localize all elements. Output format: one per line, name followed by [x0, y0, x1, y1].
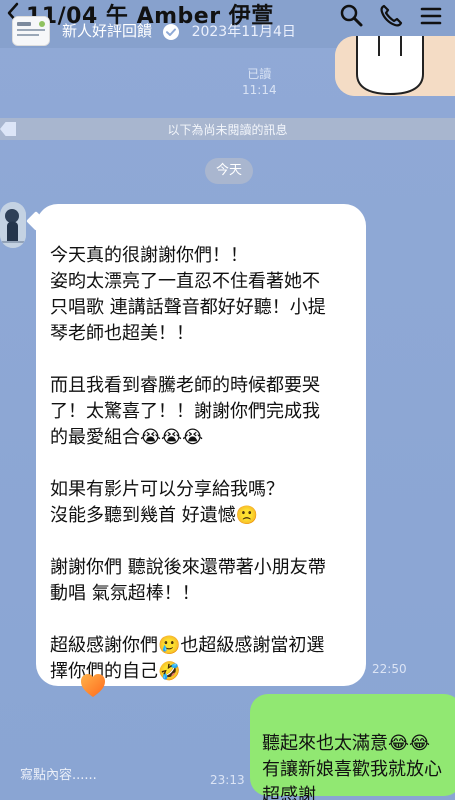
incoming-message-text: 今天真的很謝謝你們！！ 姿昀太漂亮了一直忍不住看著她不 只唱歌 連講話聲音都好好… [50, 245, 326, 682]
group-avatar[interactable] [12, 16, 50, 46]
read-time: 11:14 [242, 83, 277, 97]
chat-screen: 11/04 午 Amber 伊萱 新人好評回饋 2023年11月4日 已讀 11… [0, 0, 455, 800]
menu-icon[interactable] [417, 2, 445, 30]
chat-subtitle: 新人好評回饋 [62, 22, 153, 40]
chat-date: 2023年11月4日 [191, 24, 296, 40]
sender-avatar-image [0, 202, 26, 248]
unread-notice: 以下為尚未閱讀的訊息 [167, 122, 288, 137]
outgoing-message: 聽起來也太滿意😂😂 有讓新娘喜歡我就放心 超感謝 [250, 694, 455, 800]
message-input-placeholder[interactable]: 寫點內容...... [20, 764, 97, 783]
sticker-image: !! [335, 36, 455, 96]
verified-icon [162, 23, 179, 40]
incoming-message-time: 22:50 [372, 662, 407, 676]
header-actions [337, 2, 445, 30]
read-status: 已讀 11:14 [242, 66, 277, 98]
heart-icon[interactable] [79, 672, 107, 700]
outgoing-message-text: 聽起來也太滿意😂😂 有讓新娘喜歡我就放心 超感謝 [262, 733, 442, 800]
group-avatar-image [13, 17, 49, 45]
search-icon[interactable] [337, 2, 365, 30]
incoming-message: 今天真的很謝謝你們！！ 姿昀太漂亮了一直忍不住看著她不 只唱歌 連講話聲音都好好… [36, 204, 366, 686]
sticker-message: !! [335, 36, 455, 96]
outgoing-message-time: 23:13 [210, 773, 245, 787]
sender-avatar[interactable] [0, 202, 26, 248]
unread-tag-icon [0, 122, 16, 136]
read-label: 已讀 [247, 67, 272, 81]
phone-icon[interactable] [377, 2, 405, 30]
chat-subtitle-row: 新人好評回饋 2023年11月4日 [62, 20, 296, 41]
unread-divider: 以下為尚未閱讀的訊息 [0, 118, 455, 140]
date-chip: 今天 [205, 158, 253, 184]
